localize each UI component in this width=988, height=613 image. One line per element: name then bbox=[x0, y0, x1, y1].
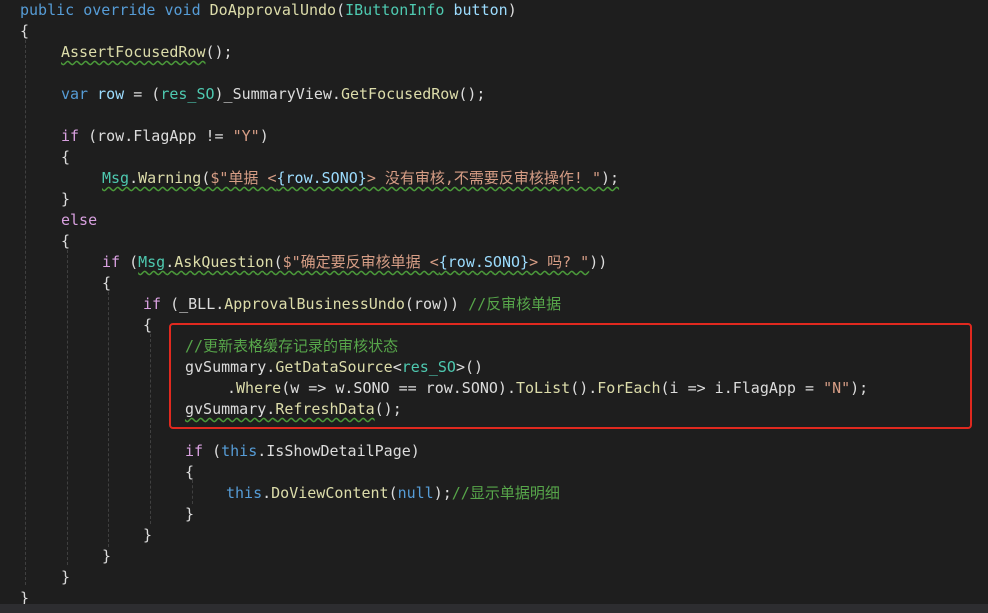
keywords: public override void bbox=[20, 1, 201, 19]
keyword: else bbox=[61, 211, 98, 229]
method-name: Warning bbox=[138, 169, 202, 187]
code-line: { bbox=[61, 231, 70, 252]
code-text: .IsShowDetailPage) bbox=[257, 442, 420, 460]
comment: //显示单据明细 bbox=[451, 484, 560, 502]
code-line: { bbox=[102, 273, 111, 294]
code-text: ( bbox=[120, 253, 139, 271]
method-name: GetFocusedRow bbox=[340, 85, 459, 103]
code-line: Msg.Warning($"单据 <{row.SONO}> 没有审核,不需要反审… bbox=[102, 168, 619, 189]
code-line: { bbox=[143, 315, 152, 336]
code-editor[interactable]: public override void DoApprovalUndo(IBut… bbox=[0, 0, 988, 613]
keyword: if bbox=[185, 442, 204, 460]
code-line: } bbox=[185, 504, 194, 525]
code-line: var row = (res_SO)_SummaryView.GetFocuse… bbox=[61, 84, 485, 105]
code-line: else bbox=[61, 210, 97, 231]
type-name: res_SO bbox=[160, 85, 215, 103]
brace: { bbox=[102, 274, 112, 292]
param-type: IButtonInfo bbox=[345, 1, 445, 19]
comment: //反审核单据 bbox=[468, 295, 562, 313]
method-name: DoViewContent bbox=[271, 484, 389, 502]
brace: } bbox=[102, 547, 112, 565]
string-literal: "Y" bbox=[232, 127, 260, 145]
punctuation: . bbox=[165, 253, 175, 271]
brace: } bbox=[61, 190, 71, 208]
punctuation: ); bbox=[601, 169, 620, 187]
code-line: { bbox=[20, 21, 29, 42]
keyword: null bbox=[397, 484, 434, 502]
brace: { bbox=[143, 316, 153, 334]
code-line: this.DoViewContent(null);//显示单据明细 bbox=[226, 483, 560, 504]
code-line: { bbox=[61, 147, 70, 168]
punctuation: . bbox=[129, 169, 139, 187]
code-line: if (this.IsShowDetailPage) bbox=[185, 441, 420, 462]
punctuation: ( bbox=[336, 1, 346, 19]
string-literal: > 吗? " bbox=[529, 253, 590, 271]
interpolation: {row.SONO} bbox=[276, 169, 367, 187]
code-line: } bbox=[143, 525, 152, 546]
indent-guide bbox=[67, 250, 68, 565]
string-literal: $"单据 < bbox=[210, 169, 277, 187]
brace: { bbox=[61, 148, 71, 166]
code-line: public override void DoApprovalUndo(IBut… bbox=[20, 0, 517, 21]
highlight-box bbox=[169, 323, 972, 429]
code-line: } bbox=[61, 189, 70, 210]
punctuation: ) bbox=[259, 127, 269, 145]
punctuation: . bbox=[262, 484, 272, 502]
code-text: ( bbox=[203, 442, 222, 460]
indent-guide bbox=[25, 40, 26, 585]
indent-guide bbox=[150, 334, 151, 524]
code-line: { bbox=[185, 462, 194, 483]
indent-guide bbox=[192, 480, 193, 504]
code-line: AssertFocusedRow(); bbox=[61, 42, 233, 63]
method-name: AskQuestion bbox=[174, 253, 274, 271]
code-text: )_SummaryView. bbox=[214, 85, 341, 103]
punctuation: (); bbox=[205, 43, 233, 61]
punctuation: )) bbox=[589, 253, 608, 271]
keyword: this bbox=[226, 484, 263, 502]
method-name: ApprovalBusinessUndo bbox=[224, 295, 405, 313]
code-line: if (row.FlagApp != "Y") bbox=[61, 126, 269, 147]
brace: { bbox=[20, 22, 30, 40]
code-line: if (_BLL.ApprovalBusinessUndo(row)) //反审… bbox=[143, 294, 561, 315]
code-text: (row)) bbox=[404, 295, 469, 313]
interpolation: {row.SONO} bbox=[438, 253, 530, 271]
code-line: if (Msg.AskQuestion($"确定要反审核单据 <{row.SON… bbox=[102, 252, 607, 273]
brace: } bbox=[185, 505, 195, 523]
param-name: button bbox=[453, 1, 508, 19]
string-literal: $"确定要反审核单据 < bbox=[282, 253, 439, 271]
code-text: (_BLL. bbox=[161, 295, 225, 313]
punctuation: ( bbox=[388, 484, 398, 502]
punctuation: ( bbox=[273, 253, 283, 271]
code-text: = ( bbox=[124, 85, 161, 103]
code-line: } bbox=[102, 546, 111, 567]
keyword: this bbox=[221, 442, 258, 460]
horizontal-scrollbar[interactable] bbox=[0, 604, 988, 613]
method-name: AssertFocusedRow bbox=[61, 43, 206, 61]
punctuation: (); bbox=[458, 85, 486, 103]
punctuation: ); bbox=[433, 484, 452, 502]
indent-guide bbox=[108, 292, 109, 547]
string-literal: > 没有审核,不需要反审核操作! " bbox=[366, 169, 601, 187]
brace: } bbox=[143, 526, 153, 544]
code-line: } bbox=[61, 567, 70, 588]
type-name: Msg bbox=[102, 169, 130, 187]
keyword: var bbox=[61, 85, 89, 103]
keyword: if bbox=[102, 253, 121, 271]
keyword: if bbox=[61, 127, 80, 145]
punctuation: ) bbox=[507, 1, 517, 19]
variable: row bbox=[97, 85, 125, 103]
code-text: (row.FlagApp != bbox=[79, 127, 233, 145]
type-name: Msg bbox=[138, 253, 166, 271]
keyword: if bbox=[143, 295, 162, 313]
brace: } bbox=[61, 568, 71, 586]
method-name: DoApprovalUndo bbox=[209, 1, 337, 19]
brace: { bbox=[185, 463, 195, 481]
brace: { bbox=[61, 232, 71, 250]
